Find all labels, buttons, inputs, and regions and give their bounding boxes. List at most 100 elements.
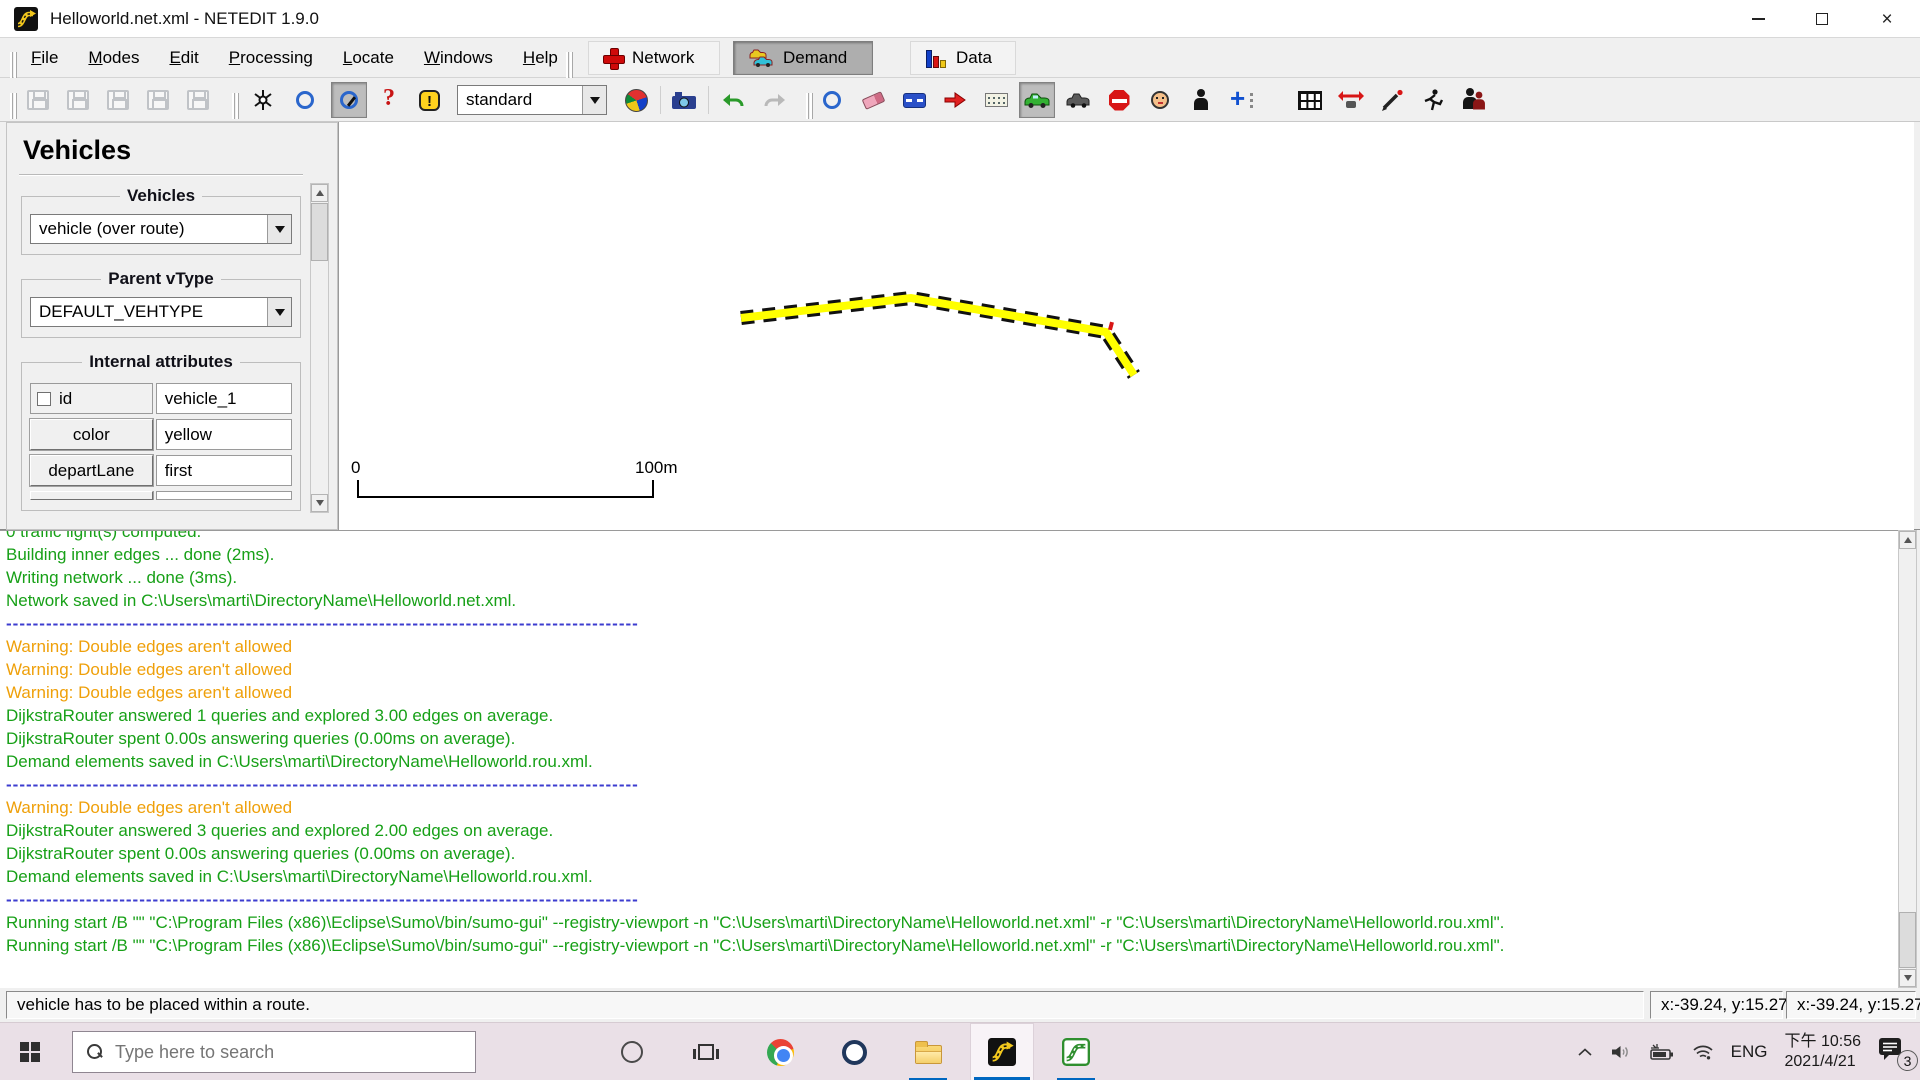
- file-explorer-button[interactable]: [896, 1023, 960, 1080]
- minimize-button[interactable]: [1726, 0, 1790, 38]
- route-mode-button[interactable]: [978, 82, 1014, 118]
- road-drawing: [339, 122, 1915, 530]
- color-attribute-field[interactable]: yellow: [156, 419, 292, 450]
- save-network-button[interactable]: [20, 82, 56, 118]
- panel-scrollbar[interactable]: [310, 183, 329, 513]
- network-canvas[interactable]: 0 100m: [338, 122, 1914, 530]
- log-line: Writing network ... done (3ms).: [6, 566, 1898, 589]
- menu-item-edit[interactable]: Edit: [154, 42, 213, 74]
- compass-needle-icon: [340, 91, 358, 109]
- supermode-grip[interactable]: [566, 52, 573, 78]
- taskbar-search[interactable]: [72, 1031, 476, 1073]
- cortana-button[interactable]: [600, 1023, 664, 1080]
- color-wheel-icon: [625, 89, 648, 112]
- vehicle-type-combo[interactable]: vehicle (over route): [30, 214, 292, 244]
- task-view-button[interactable]: [674, 1023, 738, 1080]
- junction-tool-button[interactable]: [245, 82, 281, 118]
- parent-vtype-dropdown-button[interactable]: [267, 298, 291, 326]
- departLane-attribute-field[interactable]: first: [156, 455, 292, 486]
- toolbar-grip[interactable]: [806, 93, 813, 119]
- grid-toggle-button[interactable]: [1292, 82, 1328, 118]
- chrome-taskbar-button[interactable]: [748, 1023, 812, 1080]
- scrollbar-thumb[interactable]: [1899, 912, 1916, 968]
- edge-scale-button[interactable]: [1333, 82, 1369, 118]
- id-attribute-field[interactable]: vehicle_1: [156, 383, 292, 414]
- color-attribute-button[interactable]: color: [30, 419, 153, 450]
- select-mode-button[interactable]: [896, 82, 932, 118]
- message-window-button[interactable]: [411, 82, 447, 118]
- locate-pointer-button[interactable]: [331, 82, 367, 118]
- save-demand-button[interactable]: [180, 82, 216, 118]
- menu-item-help[interactable]: Help: [508, 42, 573, 74]
- volume-button[interactable]: [1610, 1044, 1632, 1060]
- attribute-value[interactable]: [156, 491, 292, 500]
- parent-vtype-combo[interactable]: DEFAULT_VEHTYPE: [30, 297, 292, 327]
- vehicle-type-mode-button[interactable]: [1060, 82, 1096, 118]
- move-arrow-icon: [943, 89, 967, 111]
- scroll-down-button[interactable]: [311, 494, 328, 512]
- language-indicator[interactable]: ENG: [1731, 1042, 1768, 1062]
- person-mode-button[interactable]: [1142, 82, 1178, 118]
- menu-item-processing[interactable]: Processing: [214, 42, 328, 74]
- menu-item-windows[interactable]: Windows: [409, 42, 508, 74]
- container-mode-button[interactable]: [1224, 82, 1260, 118]
- view-scheme-dropdown-button[interactable]: [582, 86, 606, 114]
- vehicle-mode-button[interactable]: [1019, 82, 1055, 118]
- scroll-down-button[interactable]: [1899, 969, 1916, 987]
- person-plan-mode-button[interactable]: [1183, 82, 1219, 118]
- network-supermode-button[interactable]: Network: [588, 41, 720, 75]
- menu-item-file[interactable]: File: [16, 42, 73, 74]
- save-joined-button[interactable]: [100, 82, 136, 118]
- id-attribute-toggle[interactable]: id: [30, 383, 153, 414]
- view-scheme-combo[interactable]: standard: [457, 85, 607, 115]
- log-line: DijkstraRouter spent 0.00s answering que…: [6, 842, 1898, 865]
- delete-mode-button[interactable]: [855, 82, 891, 118]
- log-scrollbar[interactable]: [1898, 530, 1917, 988]
- double-arrow-car-icon: [1338, 89, 1364, 111]
- notification-center-button[interactable]: 3: [1878, 1037, 1912, 1067]
- toolbar-grip[interactable]: [232, 93, 239, 119]
- departLane-attribute-button[interactable]: departLane: [30, 455, 153, 486]
- log-line: Warning: Double edges aren't allowed: [6, 796, 1898, 819]
- menu-item-modes[interactable]: Modes: [73, 42, 154, 74]
- attribute-key[interactable]: [30, 491, 153, 500]
- sumo-taskbar-button[interactable]: [1044, 1023, 1108, 1080]
- browser-taskbar-button[interactable]: [822, 1023, 886, 1080]
- color-scheme-button[interactable]: [618, 82, 654, 118]
- vehicle-car-icon: [1024, 90, 1050, 110]
- scroll-up-button[interactable]: [1899, 531, 1916, 549]
- help-button[interactable]: [373, 82, 409, 118]
- message-log[interactable]: 0 traffic light(s) computed.Building inn…: [0, 530, 1898, 988]
- checkbox-icon[interactable]: [37, 392, 51, 406]
- network-button[interactable]: [1692, 1044, 1714, 1060]
- battery-button[interactable]: [1649, 1043, 1675, 1061]
- person-group-button[interactable]: [1456, 82, 1492, 118]
- start-button[interactable]: [0, 1023, 60, 1080]
- undo-button[interactable]: [716, 82, 752, 118]
- demand-supermode-button[interactable]: Demand: [733, 41, 873, 75]
- move-mode-button[interactable]: [937, 82, 973, 118]
- scrollbar-thumb[interactable]: [311, 203, 328, 261]
- clock[interactable]: 下午 10:56 2021/4/21: [1785, 1032, 1862, 1072]
- save-icon: [147, 90, 169, 110]
- tray-chevron-button[interactable]: [1577, 1047, 1593, 1057]
- inspect-mode-button[interactable]: [814, 82, 850, 118]
- save-plain-xml-button[interactable]: [60, 82, 96, 118]
- toolbar-grip[interactable]: [10, 93, 17, 119]
- zoom-fit-button[interactable]: [287, 82, 323, 118]
- close-button[interactable]: ×: [1854, 0, 1920, 38]
- vehicle-type-value: vehicle (over route): [31, 215, 267, 243]
- redo-button[interactable]: [756, 82, 792, 118]
- data-supermode-button[interactable]: Data: [910, 41, 1016, 75]
- menu-item-locate[interactable]: Locate: [328, 42, 409, 74]
- netedit-taskbar-button[interactable]: [970, 1023, 1034, 1080]
- route-drawing-button[interactable]: [1374, 82, 1410, 118]
- scroll-up-button[interactable]: [311, 184, 328, 202]
- screenshot-button[interactable]: [666, 82, 702, 118]
- save-additionals-button[interactable]: [140, 82, 176, 118]
- vehicle-type-dropdown-button[interactable]: [267, 215, 291, 243]
- person-runner-button[interactable]: [1415, 82, 1451, 118]
- stop-mode-button[interactable]: [1101, 82, 1137, 118]
- maximize-button[interactable]: [1790, 0, 1854, 38]
- search-input[interactable]: [115, 1042, 445, 1063]
